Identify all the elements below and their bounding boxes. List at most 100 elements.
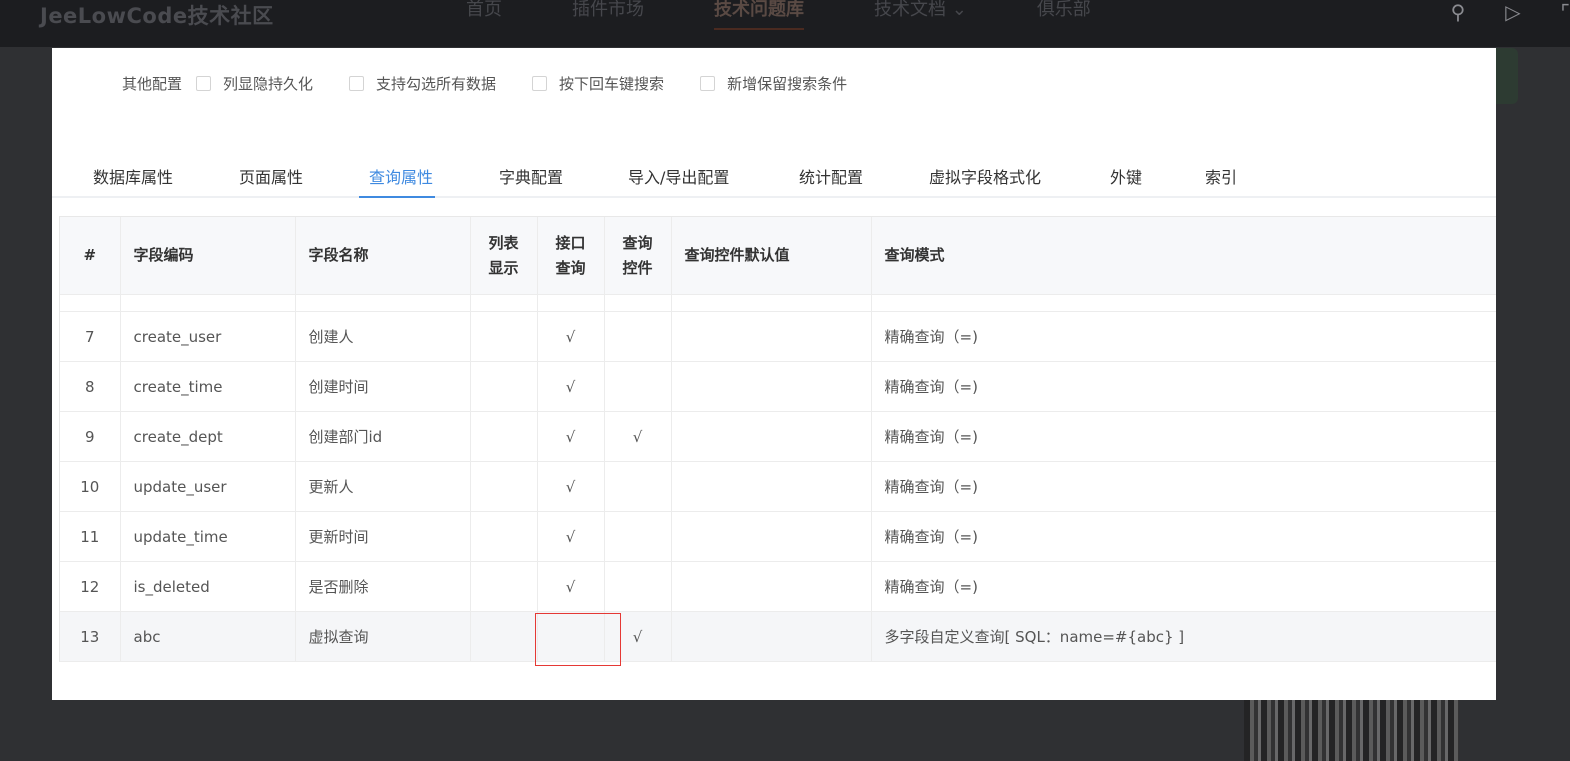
cell-field-code[interactable]: update_user (120, 461, 296, 512)
cell-field-code[interactable]: update_time (120, 511, 296, 562)
cell-query-control[interactable]: √ (604, 411, 672, 462)
tab-page-properties[interactable]: 页面属性 (239, 164, 303, 188)
cell-control-default[interactable] (671, 561, 872, 612)
table-row[interactable]: 8 create_time 创建时间 √ 精确查询（=) (60, 361, 1496, 412)
other-config-row: 其他配置 列显隐持久化 支持勾选所有数据 按下回车键搜索 新增保留搜索条件 (122, 72, 883, 94)
cell-query-mode[interactable]: 精确查询（=) (871, 361, 1496, 412)
cell-control-default[interactable] (671, 361, 872, 412)
cell-control-default[interactable] (671, 461, 872, 512)
tab-dictionary-config[interactable]: 字典配置 (499, 164, 563, 188)
nav-tech-questions[interactable]: 技术问题库 (714, 0, 804, 47)
col-header-field-code: 字段编码 (120, 217, 296, 295)
nav-club[interactable]: 俱乐部 (1037, 0, 1091, 47)
cell-query-mode[interactable]: 精确查询（=) (871, 511, 1496, 562)
table-row[interactable]: 13 abc 虚拟查询 √ 多字段自定义查询[ SQL：name=#{abc} ] (60, 611, 1496, 662)
col-header-index: # (60, 217, 121, 295)
checkbox[interactable] (196, 75, 212, 91)
cell-field-code[interactable]: create_time (120, 361, 296, 412)
col-header-query-mode: 查询模式 (871, 217, 1496, 295)
col-header-api-query: 接口查询 (537, 217, 605, 295)
checkbox[interactable] (532, 75, 548, 91)
cell-api-query[interactable]: √ (537, 461, 605, 512)
nav-plugin-market[interactable]: 插件市场 (572, 0, 644, 47)
table-row[interactable]: 12 is_deleted 是否删除 √ 精确查询（=) (60, 561, 1496, 612)
cell-field-code[interactable]: abc (120, 611, 296, 662)
table-header-row: # 字段编码 字段名称 列表显示 接口查询 查询控件 查询控件默认值 查询模式 (60, 217, 1496, 295)
cell-field-code[interactable]: create_user (120, 311, 296, 362)
cell-api-query[interactable]: √ (537, 561, 605, 612)
checkbox-label: 列显隐持久化 (223, 74, 314, 93)
cell-query-mode[interactable]: 精确查询（=) (871, 461, 1496, 512)
cell-field-name[interactable]: 创建人 (295, 311, 471, 362)
option-enter-to-search[interactable]: 按下回车键搜索 (532, 73, 664, 94)
cell-index[interactable]: 12 (60, 561, 121, 612)
cell-query-control[interactable] (604, 311, 672, 362)
cell-index[interactable]: 11 (60, 511, 121, 562)
nav-home[interactable]: 首页 (466, 0, 502, 47)
cell-field-name[interactable]: 更新时间 (295, 511, 471, 562)
cell-query-control[interactable] (604, 361, 672, 412)
col-header-query-control: 查询控件 (604, 217, 672, 295)
option-select-all-data[interactable]: 支持勾选所有数据 (349, 73, 496, 94)
cell-field-name[interactable]: 更新人 (295, 461, 471, 512)
query-fields-table[interactable]: # 字段编码 字段名称 列表显示 接口查询 查询控件 查询控件默认值 查询模式 … (59, 216, 1496, 662)
cell-query-control[interactable] (604, 511, 672, 562)
site-logo[interactable]: JeeLowCode技术社区 (40, 0, 274, 30)
fullscreen-icon[interactable]: ⌜ (1561, 0, 1570, 24)
cell-list-display[interactable] (470, 561, 538, 612)
table-row[interactable]: 10 update_user 更新人 √ 精确查询（=) (60, 461, 1496, 512)
cell-index[interactable]: 8 (60, 361, 121, 412)
cell-list-display[interactable] (470, 411, 538, 462)
cell-index[interactable]: 9 (60, 411, 121, 462)
cell-field-name[interactable]: 创建部门id (295, 411, 471, 462)
checkbox[interactable] (700, 75, 716, 91)
cell-api-query[interactable]: √ (537, 511, 605, 562)
cell-index[interactable]: 7 (60, 311, 121, 362)
cell-api-query[interactable]: √ (537, 411, 605, 462)
cell-query-mode[interactable]: 多字段自定义查询[ SQL：name=#{abc} ] (871, 611, 1496, 662)
option-column-visibility-persist[interactable]: 列显隐持久化 (196, 73, 313, 94)
cell-query-control[interactable] (604, 461, 672, 512)
tab-statistics-config[interactable]: 统计配置 (799, 164, 863, 188)
cell-index[interactable]: 13 (60, 611, 121, 662)
cell-control-default[interactable] (671, 611, 872, 662)
qr-code-image (1244, 700, 1459, 761)
cell-index[interactable]: 10 (60, 461, 121, 512)
cell-control-default[interactable] (671, 411, 872, 462)
cell-field-code[interactable]: is_deleted (120, 561, 296, 612)
cell-list-display[interactable] (470, 361, 538, 412)
checkbox[interactable] (349, 75, 365, 91)
tab-indexes[interactable]: 索引 (1205, 164, 1237, 188)
cell-query-mode[interactable]: 精确查询（=) (871, 311, 1496, 362)
play-icon[interactable]: ▷ (1505, 0, 1520, 24)
table-row[interactable]: 7 create_user 创建人 √ 精确查询（=) (60, 311, 1496, 362)
table-row[interactable]: 11 update_time 更新时间 √ 精确查询（=) (60, 511, 1496, 562)
cell-control-default[interactable] (671, 511, 872, 562)
cell-field-code[interactable]: create_dept (120, 411, 296, 462)
cell-api-query[interactable]: √ (537, 361, 605, 412)
cell-api-query[interactable]: √ (537, 311, 605, 362)
cell-query-mode[interactable]: 精确查询（=) (871, 561, 1496, 612)
site-nav: 首页 插件市场 技术问题库 技术文档 ⌄ 俱乐部 (466, 0, 1161, 47)
table-row[interactable]: 9 create_dept 创建部门id √ √ 精确查询（=) (60, 411, 1496, 462)
nav-tech-docs[interactable]: 技术文档 ⌄ (874, 0, 967, 47)
tab-foreign-keys[interactable]: 外键 (1110, 164, 1142, 188)
cell-list-display[interactable] (470, 611, 538, 662)
tab-database-properties[interactable]: 数据库属性 (93, 164, 173, 188)
cell-list-display[interactable] (470, 311, 538, 362)
tab-virtual-field-format[interactable]: 虚拟字段格式化 (929, 164, 1041, 188)
cell-list-display[interactable] (470, 511, 538, 562)
tab-query-properties[interactable]: 查询属性 (358, 164, 436, 198)
cell-query-mode[interactable]: 精确查询（=) (871, 411, 1496, 462)
cell-field-name[interactable]: 创建时间 (295, 361, 471, 412)
cell-field-name[interactable]: 是否删除 (295, 561, 471, 612)
option-keep-search-conditions[interactable]: 新增保留搜索条件 (700, 73, 847, 94)
cell-field-name[interactable]: 虚拟查询 (295, 611, 471, 662)
table-config-modal: 其他配置 列显隐持久化 支持勾选所有数据 按下回车键搜索 新增保留搜索条件 数据… (52, 48, 1496, 700)
tab-import-export-config[interactable]: 导入/导出配置 (628, 164, 729, 188)
cell-query-control[interactable] (604, 561, 672, 612)
cell-list-display[interactable] (470, 461, 538, 512)
config-tabs: 数据库属性 页面属性 查询属性 字典配置 导入/导出配置 统计配置 虚拟字段格式… (52, 152, 1496, 198)
cell-control-default[interactable] (671, 311, 872, 362)
search-icon[interactable]: ⚲ (1451, 0, 1466, 24)
